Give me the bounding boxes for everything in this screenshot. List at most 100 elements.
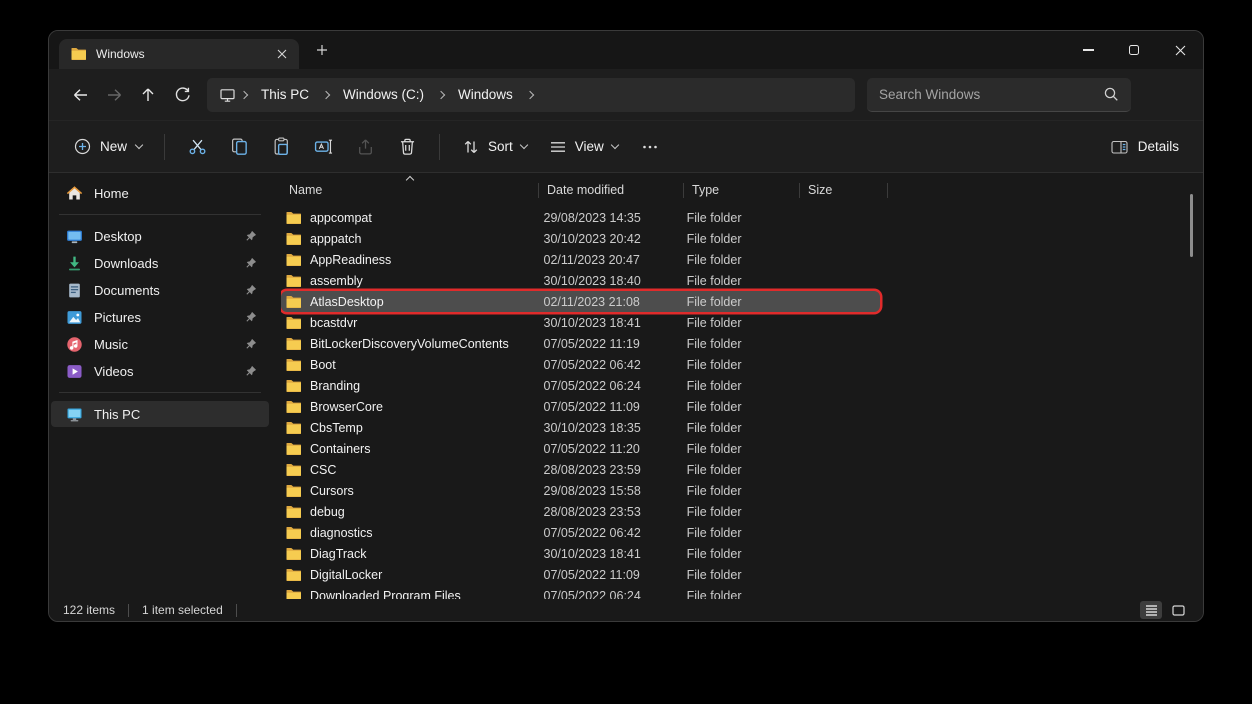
column-header-type[interactable]: Type — [684, 183, 800, 198]
rename-button[interactable] — [302, 129, 344, 165]
folder-icon — [286, 358, 302, 372]
file-row[interactable]: BitLockerDiscoveryVolumeContents 07/05/2… — [281, 333, 880, 354]
sidebar-item-documents[interactable]: Documents — [51, 277, 269, 303]
file-type: File folder — [679, 484, 794, 498]
view-button[interactable]: View — [538, 131, 629, 163]
minimize-button[interactable] — [1065, 31, 1111, 69]
copy-button[interactable] — [218, 129, 260, 165]
file-row[interactable]: diagnostics 07/05/2022 06:42 File folder — [281, 522, 880, 543]
file-name: BitLockerDiscoveryVolumeContents — [310, 337, 509, 351]
refresh-icon — [174, 86, 191, 103]
breadcrumb[interactable]: This PC Windows (C:) Windows — [207, 78, 855, 112]
breadcrumb-this-pc[interactable]: This PC — [252, 87, 318, 102]
column-header-name[interactable]: Name — [281, 183, 539, 198]
cut-icon — [188, 137, 207, 156]
file-row[interactable]: BrowserCore 07/05/2022 11:09 File folder — [281, 396, 880, 417]
paste-button[interactable] — [260, 129, 302, 165]
folder-icon — [286, 379, 302, 393]
file-row[interactable]: Boot 07/05/2022 06:42 File folder — [281, 354, 880, 375]
folder-icon — [286, 568, 302, 582]
forward-icon — [106, 87, 123, 103]
file-type: File folder — [679, 463, 794, 477]
tab-windows[interactable]: Windows — [59, 39, 299, 69]
breadcrumb-windows[interactable]: Windows — [449, 87, 522, 102]
file-type: File folder — [679, 568, 794, 582]
this-pc-icon — [66, 406, 83, 423]
file-name: appcompat — [310, 211, 372, 225]
file-name: Branding — [310, 379, 360, 393]
folder-icon — [286, 505, 302, 519]
file-row[interactable]: AppReadiness 02/11/2023 20:47 File folde… — [281, 249, 880, 270]
file-row[interactable]: apppatch 30/10/2023 20:42 File folder — [281, 228, 880, 249]
pictures-icon — [66, 309, 83, 326]
rename-icon — [314, 137, 333, 156]
back-icon — [72, 87, 89, 103]
folder-icon — [286, 484, 302, 498]
details-view-toggle[interactable] — [1140, 601, 1162, 619]
file-row[interactable]: CSC 28/08/2023 23:59 File folder — [281, 459, 880, 480]
file-row[interactable]: Downloaded Program Files 07/05/2022 06:2… — [281, 585, 880, 599]
up-button[interactable] — [131, 78, 165, 112]
paste-icon — [272, 137, 291, 156]
tab-close-icon[interactable] — [273, 45, 291, 63]
file-row[interactable]: DiagTrack 30/10/2023 18:41 File folder — [281, 543, 880, 564]
refresh-button[interactable] — [165, 78, 199, 112]
file-row[interactable]: Branding 07/05/2022 06:24 File folder — [281, 375, 880, 396]
search-icon[interactable] — [1103, 86, 1119, 102]
file-row[interactable]: DigitalLocker 07/05/2022 11:09 File fold… — [281, 564, 880, 585]
column-header-size[interactable]: Size — [800, 183, 888, 198]
command-bar: New — [49, 121, 1203, 173]
pin-icon — [245, 284, 257, 296]
sidebar-item-pictures[interactable]: Pictures — [51, 304, 269, 330]
search-input[interactable] — [879, 87, 1103, 102]
folder-icon — [286, 463, 302, 477]
title-bar: Windows — [49, 31, 1203, 69]
delete-button[interactable] — [386, 129, 428, 165]
thumbnail-view-toggle[interactable] — [1167, 601, 1189, 619]
file-date-modified: 29/08/2023 14:35 — [536, 211, 679, 225]
file-name: DiagTrack — [310, 547, 367, 561]
sidebar-item-this-pc[interactable]: This PC — [51, 401, 269, 427]
file-name: AtlasDesktop — [310, 295, 384, 309]
file-row[interactable]: appcompat 29/08/2023 14:35 File folder — [281, 207, 880, 228]
new-tab-button[interactable] — [309, 37, 335, 63]
file-row[interactable]: CbsTemp 30/10/2023 18:35 File folder — [281, 417, 880, 438]
share-button[interactable] — [344, 129, 386, 165]
new-button[interactable]: New — [63, 131, 153, 162]
sidebar-item-downloads[interactable]: Downloads — [51, 250, 269, 276]
file-date-modified: 07/05/2022 11:09 — [536, 400, 679, 414]
sidebar-item-music[interactable]: Music — [51, 331, 269, 357]
status-divider — [128, 604, 129, 617]
file-row[interactable]: bcastdvr 30/10/2023 18:41 File folder — [281, 312, 880, 333]
sidebar-item-desktop[interactable]: Desktop — [51, 223, 269, 249]
maximize-button[interactable] — [1111, 31, 1157, 69]
details-pane-button[interactable]: Details — [1100, 131, 1189, 163]
file-explorer-window: Windows — [48, 30, 1204, 622]
file-row[interactable]: Cursors 29/08/2023 15:58 File folder — [281, 480, 880, 501]
vertical-scrollbar[interactable] — [1190, 194, 1193, 257]
sidebar-item-label: Music — [94, 337, 128, 352]
file-type: File folder — [679, 400, 794, 414]
back-button[interactable] — [63, 78, 97, 112]
file-name: Cursors — [310, 484, 354, 498]
more-options-button[interactable] — [629, 129, 671, 165]
file-date-modified: 29/08/2023 15:58 — [536, 484, 679, 498]
folder-icon — [286, 253, 302, 267]
pin-icon — [245, 257, 257, 269]
file-row[interactable]: Containers 07/05/2022 11:20 File folder — [281, 438, 880, 459]
column-header-date-modified[interactable]: Date modified — [539, 183, 684, 198]
breadcrumb-windows-c[interactable]: Windows (C:) — [334, 87, 433, 102]
forward-button[interactable] — [97, 78, 131, 112]
cut-button[interactable] — [176, 129, 218, 165]
folder-icon — [286, 589, 302, 600]
sidebar-item-home[interactable]: Home — [51, 180, 269, 206]
file-row[interactable]: AtlasDesktop 02/11/2023 21:08 File folde… — [281, 291, 880, 312]
pin-icon — [245, 338, 257, 350]
file-row[interactable]: debug 28/08/2023 23:53 File folder — [281, 501, 880, 522]
sort-button[interactable]: Sort — [451, 131, 538, 163]
close-button[interactable] — [1157, 31, 1203, 69]
sidebar-item-videos[interactable]: Videos — [51, 358, 269, 384]
status-bar: 122 items 1 item selected — [49, 599, 1203, 621]
home-icon — [66, 185, 83, 202]
file-row[interactable]: assembly 30/10/2023 18:40 File folder — [281, 270, 880, 291]
